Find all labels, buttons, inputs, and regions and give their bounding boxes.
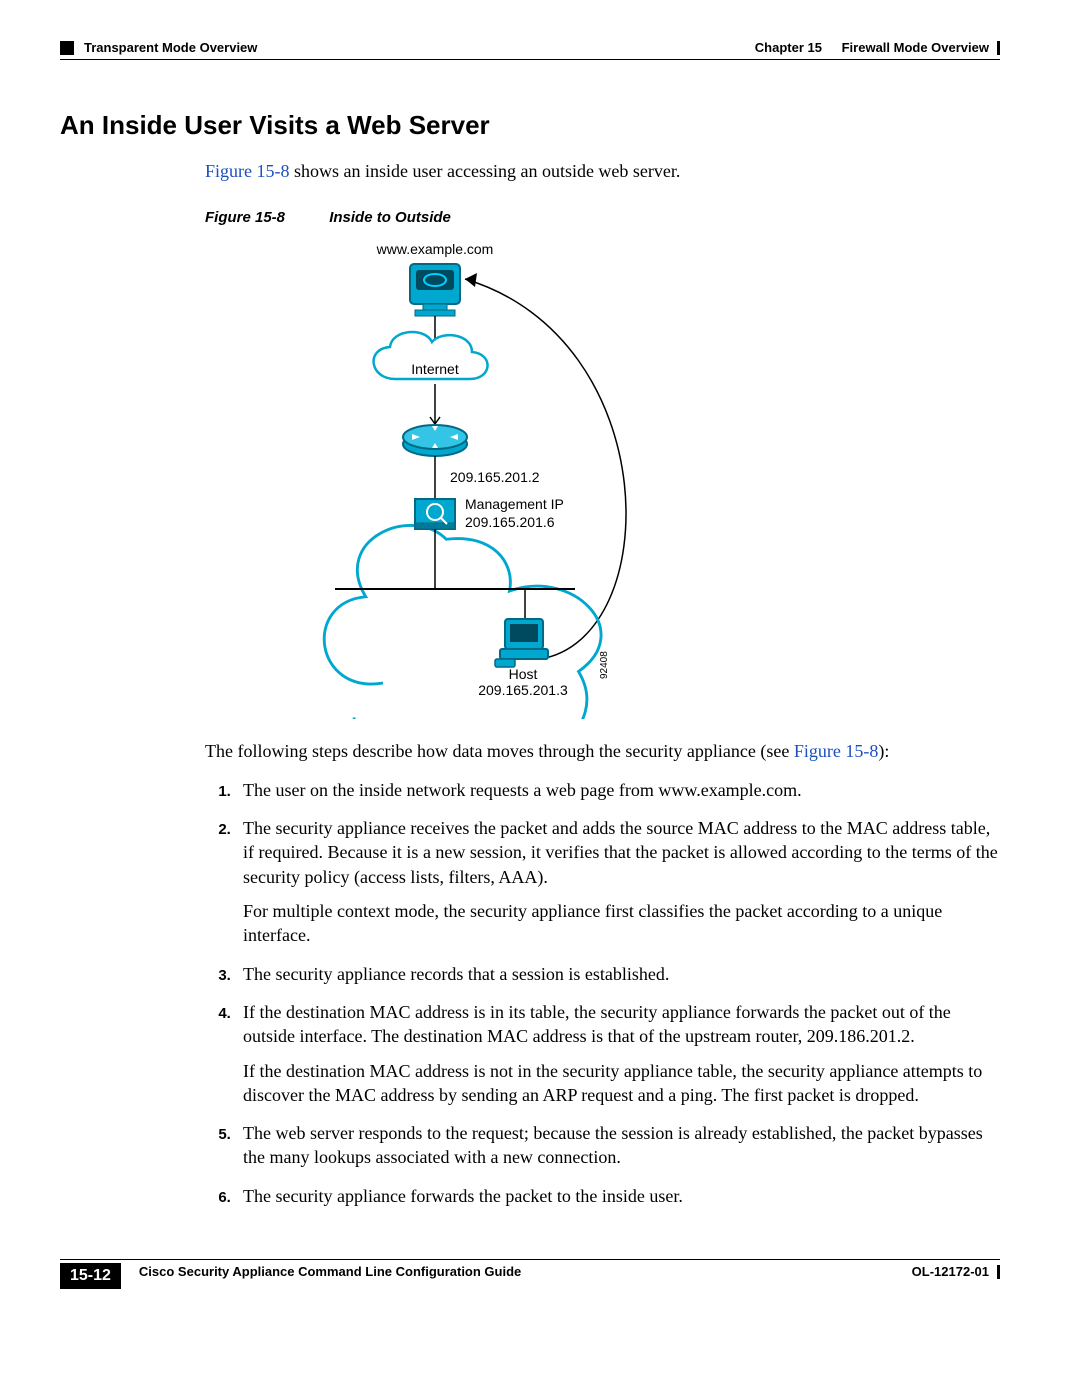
step-text: The security appliance records that a se…: [243, 964, 669, 984]
header-left: Transparent Mode Overview: [60, 40, 257, 55]
footer-doc-id: OL-12172-01: [912, 1264, 989, 1279]
page-footer: 15-12 Cisco Security Appliance Command L…: [60, 1259, 1000, 1289]
step-item: The web server responds to the request; …: [235, 1121, 1000, 1170]
diagram-svg: www.example.com Internet: [205, 239, 705, 719]
step-text: The web server responds to the request; …: [243, 1123, 983, 1167]
header-marker-icon: [60, 41, 74, 55]
page: Transparent Mode Overview Chapter 15 Fir…: [0, 0, 1080, 1317]
mgmt-label: Management IP: [465, 496, 564, 512]
step-item: The security appliance receives the pack…: [235, 816, 1000, 947]
header-bar-icon: [997, 41, 1000, 55]
step-item: The security appliance records that a se…: [235, 962, 1000, 986]
intro-line: Figure 15-8 shows an inside user accessi…: [205, 159, 1000, 183]
step-text: If the destination MAC address is not in…: [243, 1059, 1000, 1108]
router-ip: 209.165.201.2: [450, 469, 540, 485]
steps-intro-text: The following steps describe how data mo…: [205, 741, 794, 761]
figure-ref-link-2[interactable]: Figure 15-8: [794, 741, 879, 761]
figure-title: Inside to Outside: [329, 209, 451, 226]
web-server-icon: [410, 264, 460, 316]
mgmt-ip: 209.165.201.6: [465, 514, 555, 530]
host-pc-icon: [495, 619, 548, 667]
server-label: www.example.com: [376, 241, 494, 257]
header-right: Chapter 15 Firewall Mode Overview: [755, 40, 1000, 55]
step-text: The security appliance receives the pack…: [243, 818, 998, 887]
security-appliance-icon: [415, 499, 455, 529]
header-section: Transparent Mode Overview: [84, 40, 257, 55]
host-label: Host: [509, 666, 538, 682]
arrow-head-icon: [465, 273, 477, 287]
figure-caption: Figure 15-8 Inside to Outside: [205, 208, 1000, 228]
steps-list: The user on the inside network requests …: [205, 778, 1000, 1208]
router-icon: [403, 425, 467, 456]
figure-ref-link[interactable]: Figure 15-8: [205, 161, 290, 181]
network-diagram: www.example.com Internet: [205, 239, 1000, 719]
figure-id: 92408: [599, 650, 610, 678]
page-number-badge: 15-12: [60, 1263, 121, 1289]
internet-label: Internet: [411, 361, 459, 377]
footer-bar-icon: [997, 1265, 1000, 1279]
step-item: The security appliance forwards the pack…: [235, 1184, 1000, 1208]
header-rule: [60, 59, 1000, 60]
section-title: An Inside User Visits a Web Server: [60, 110, 1000, 141]
steps-intro: The following steps describe how data mo…: [205, 739, 1000, 1208]
steps-intro-close: ):: [878, 741, 889, 761]
step-text: For multiple context mode, the security …: [243, 899, 1000, 948]
header-chapter-title: Firewall Mode Overview: [842, 40, 989, 55]
figure-number: Figure 15-8: [205, 209, 285, 226]
body-content: Figure 15-8 shows an inside user accessi…: [205, 159, 1000, 229]
step-text: If the destination MAC address is in its…: [243, 1002, 951, 1046]
intro-rest: shows an inside user accessing an outsid…: [290, 161, 681, 181]
header-chapter-label: Chapter 15: [755, 40, 822, 55]
host-ip: 209.165.201.3: [478, 682, 568, 698]
step-text: The security appliance forwards the pack…: [243, 1186, 683, 1206]
step-item: The user on the inside network requests …: [235, 778, 1000, 802]
footer-rule: [60, 1259, 1000, 1260]
step-item: If the destination MAC address is in its…: [235, 1000, 1000, 1107]
step-text: The user on the inside network requests …: [243, 780, 802, 800]
page-header: Transparent Mode Overview Chapter 15 Fir…: [60, 40, 1000, 55]
footer-book-title: Cisco Security Appliance Command Line Co…: [139, 1264, 912, 1279]
